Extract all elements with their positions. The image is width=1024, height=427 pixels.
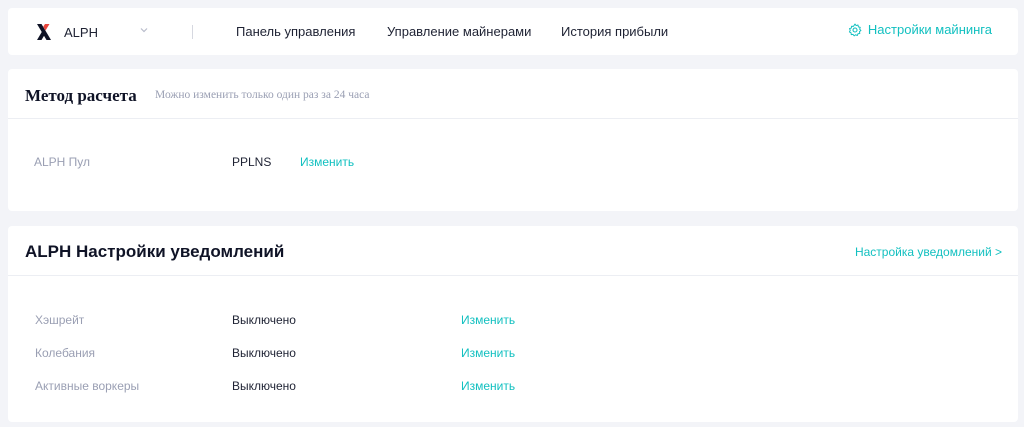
calculation-method-card: Метод расчета Можно изменить только один… <box>8 69 1018 211</box>
notification-settings-title: ALPH Настройки уведомлений <box>25 242 285 261</box>
calculation-method-note: Можно изменить только один раз за 24 час… <box>155 89 370 101</box>
pool-method-value: PPLNS <box>232 155 272 169</box>
mining-settings-button[interactable]: Настройки майнинга <box>848 22 992 37</box>
alph-logo-icon <box>37 24 51 40</box>
pool-label: ALPH Пул <box>34 155 91 169</box>
notification-setup-link[interactable]: Настройка уведомлений > <box>855 245 1002 259</box>
nav-profit-history[interactable]: История прибыли <box>561 24 668 39</box>
notification-settings-card: ALPH Настройки уведомлений Настройка уве… <box>8 226 1018 422</box>
chevron-down-icon[interactable] <box>139 25 149 35</box>
active-workers-label: Активные воркеры <box>35 379 140 393</box>
top-navigation-bar: ALPH Панель управления Управление майнер… <box>8 8 1018 55</box>
nav-divider <box>192 25 193 39</box>
active-workers-change-link[interactable]: Изменить <box>461 379 515 393</box>
hashrate-status: Выключено <box>232 313 296 327</box>
gear-icon <box>848 23 862 36</box>
coin-selector[interactable]: ALPH <box>36 22 98 42</box>
hashrate-label: Хэшрейт <box>35 313 85 327</box>
fluctuation-status: Выключено <box>232 346 296 360</box>
mining-settings-label: Настройки майнинга <box>867 22 992 37</box>
nav-dashboard[interactable]: Панель управления <box>236 24 355 39</box>
hashrate-change-link[interactable]: Изменить <box>461 313 515 327</box>
coin-name: ALPH <box>64 24 98 40</box>
fluctuation-label: Колебания <box>35 346 96 360</box>
notification-settings-header: ALPH Настройки уведомлений Настройка уве… <box>8 226 1018 276</box>
active-workers-status: Выключено <box>232 379 296 393</box>
change-method-link[interactable]: Изменить <box>300 155 354 169</box>
nav-miner-management[interactable]: Управление майнерами <box>387 24 531 39</box>
calculation-method-title: Метод расчета <box>25 86 137 105</box>
calculation-method-header: Метод расчета Можно изменить только один… <box>8 69 1018 119</box>
fluctuation-change-link[interactable]: Изменить <box>461 346 515 360</box>
